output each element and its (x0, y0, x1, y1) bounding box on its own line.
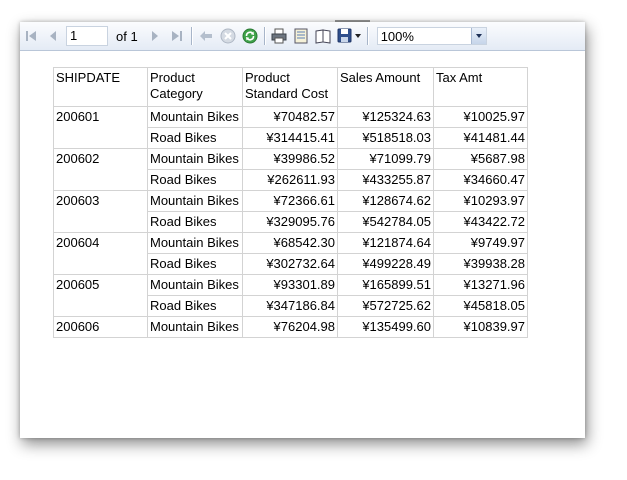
tax-cell: ¥9749.97 (433, 232, 528, 254)
first-page-button[interactable] (22, 27, 40, 45)
category-cell: Road Bikes (147, 295, 243, 317)
prev-page-icon (50, 31, 56, 41)
cost-cell: ¥76204.98 (242, 316, 338, 338)
tax-cell: ¥5687.98 (433, 148, 528, 170)
export-icon (337, 28, 352, 43)
toolbar-separator (366, 27, 368, 45)
shipdate-cell: 200602 (53, 148, 148, 191)
cost-cell: ¥329095.76 (242, 211, 338, 233)
category-cell: Mountain Bikes (147, 190, 243, 212)
sales-cell: ¥499228.49 (337, 253, 434, 275)
cost-cell: ¥70482.57 (242, 106, 338, 128)
shipdate-cell: 200603 (53, 190, 148, 233)
stop-icon (220, 28, 236, 44)
tax-cell: ¥10293.97 (433, 190, 528, 212)
zoom-dropdown-button[interactable] (470, 28, 486, 44)
sales-cell: ¥433255.87 (337, 169, 434, 191)
tax-cell: ¥41481.44 (433, 127, 528, 149)
cost-cell: ¥72366.61 (242, 190, 338, 212)
report-table: SHIPDATE Product Category Product Standa… (53, 67, 528, 338)
sales-cell: ¥518518.03 (337, 127, 434, 149)
category-cell: Road Bikes (147, 169, 243, 191)
last-page-button[interactable] (168, 27, 186, 45)
sales-cell: ¥128674.62 (337, 190, 434, 212)
refresh-icon (242, 28, 258, 44)
tax-cell: ¥43422.72 (433, 211, 528, 233)
report-viewer: of 1 100% (20, 22, 585, 438)
print-layout-button[interactable] (292, 27, 310, 45)
cost-cell: ¥302732.64 (242, 253, 338, 275)
table-row: 200602 Mountain Bikes ¥39986.52 ¥71099.7… (53, 148, 528, 191)
shipdate-cell: 200606 (53, 316, 148, 338)
cost-cell: ¥68542.30 (242, 232, 338, 254)
shipdate-cell: 200604 (53, 232, 148, 275)
page-setup-icon (315, 29, 331, 44)
chevron-down-icon (475, 34, 482, 38)
refresh-button[interactable] (241, 27, 259, 45)
chevron-down-icon (354, 34, 361, 38)
shipdate-cell: 200601 (53, 106, 148, 149)
print-button[interactable] (270, 27, 288, 45)
header-standard-cost: Product Standard Cost (242, 67, 338, 107)
next-page-icon (151, 31, 158, 41)
tax-cell: ¥45818.05 (433, 295, 528, 317)
tax-cell: ¥10025.97 (433, 106, 528, 128)
category-cell: Road Bikes (147, 253, 243, 275)
prev-page-button[interactable] (44, 27, 62, 45)
category-cell: Road Bikes (147, 127, 243, 149)
header-shipdate: SHIPDATE (53, 67, 148, 107)
shipdate-cell: 200605 (53, 274, 148, 317)
header-product-category: Product Category (147, 67, 243, 107)
sales-cell: ¥121874.64 (337, 232, 434, 254)
header-sales-amount: Sales Amount (337, 67, 434, 107)
cost-cell: ¥314415.41 (242, 127, 338, 149)
page-count-label: of 1 (116, 28, 138, 44)
first-page-icon (26, 31, 36, 41)
tax-cell: ¥10839.97 (433, 316, 528, 338)
sales-cell: ¥542784.05 (337, 211, 434, 233)
table-header-row: SHIPDATE Product Category Product Standa… (53, 67, 528, 107)
cost-cell: ¥39986.52 (242, 148, 338, 170)
toolbar-separator (190, 27, 192, 45)
table-row: 200604 Mountain Bikes ¥68542.30 ¥121874.… (53, 232, 528, 275)
back-icon (199, 31, 212, 41)
last-page-icon (171, 31, 182, 41)
sales-cell: ¥135499.60 (337, 316, 434, 338)
tax-cell: ¥13271.96 (433, 274, 528, 296)
sales-cell: ¥71099.79 (337, 148, 434, 170)
page-setup-button[interactable] (314, 27, 332, 45)
table-row: 200603 Mountain Bikes ¥72366.61 ¥128674.… (53, 190, 528, 233)
category-cell: Mountain Bikes (147, 316, 243, 338)
next-page-button[interactable] (146, 27, 164, 45)
report-toolbar: of 1 100% (20, 22, 585, 51)
table-row: 200606 Mountain Bikes ¥76204.98 ¥135499.… (53, 316, 528, 338)
page-number-input[interactable] (66, 26, 108, 46)
table-row: 200601 Mountain Bikes ¥70482.57 ¥125324.… (53, 106, 528, 149)
sales-cell: ¥165899.51 (337, 274, 434, 296)
sales-cell: ¥125324.63 (337, 106, 434, 128)
category-cell: Mountain Bikes (147, 274, 243, 296)
back-button[interactable] (197, 27, 215, 45)
export-button[interactable] (336, 27, 362, 45)
category-cell: Mountain Bikes (147, 106, 243, 128)
tax-cell: ¥34660.47 (433, 169, 528, 191)
cost-cell: ¥93301.89 (242, 274, 338, 296)
category-cell: Mountain Bikes (147, 232, 243, 254)
toolbar-separator (263, 27, 265, 45)
category-cell: Mountain Bikes (147, 148, 243, 170)
cost-cell: ¥347186.84 (242, 295, 338, 317)
table-row: 200605 Mountain Bikes ¥93301.89 ¥165899.… (53, 274, 528, 317)
zoom-value: 100% (380, 29, 414, 44)
header-tax-amt: Tax Amt (433, 67, 528, 107)
sales-cell: ¥572725.62 (337, 295, 434, 317)
zoom-select[interactable]: 100% (376, 27, 487, 45)
category-cell: Road Bikes (147, 211, 243, 233)
print-icon (271, 28, 287, 44)
cost-cell: ¥262611.93 (242, 169, 338, 191)
stop-button[interactable] (219, 27, 237, 45)
page-layout-icon (294, 28, 308, 44)
tax-cell: ¥39938.28 (433, 253, 528, 275)
